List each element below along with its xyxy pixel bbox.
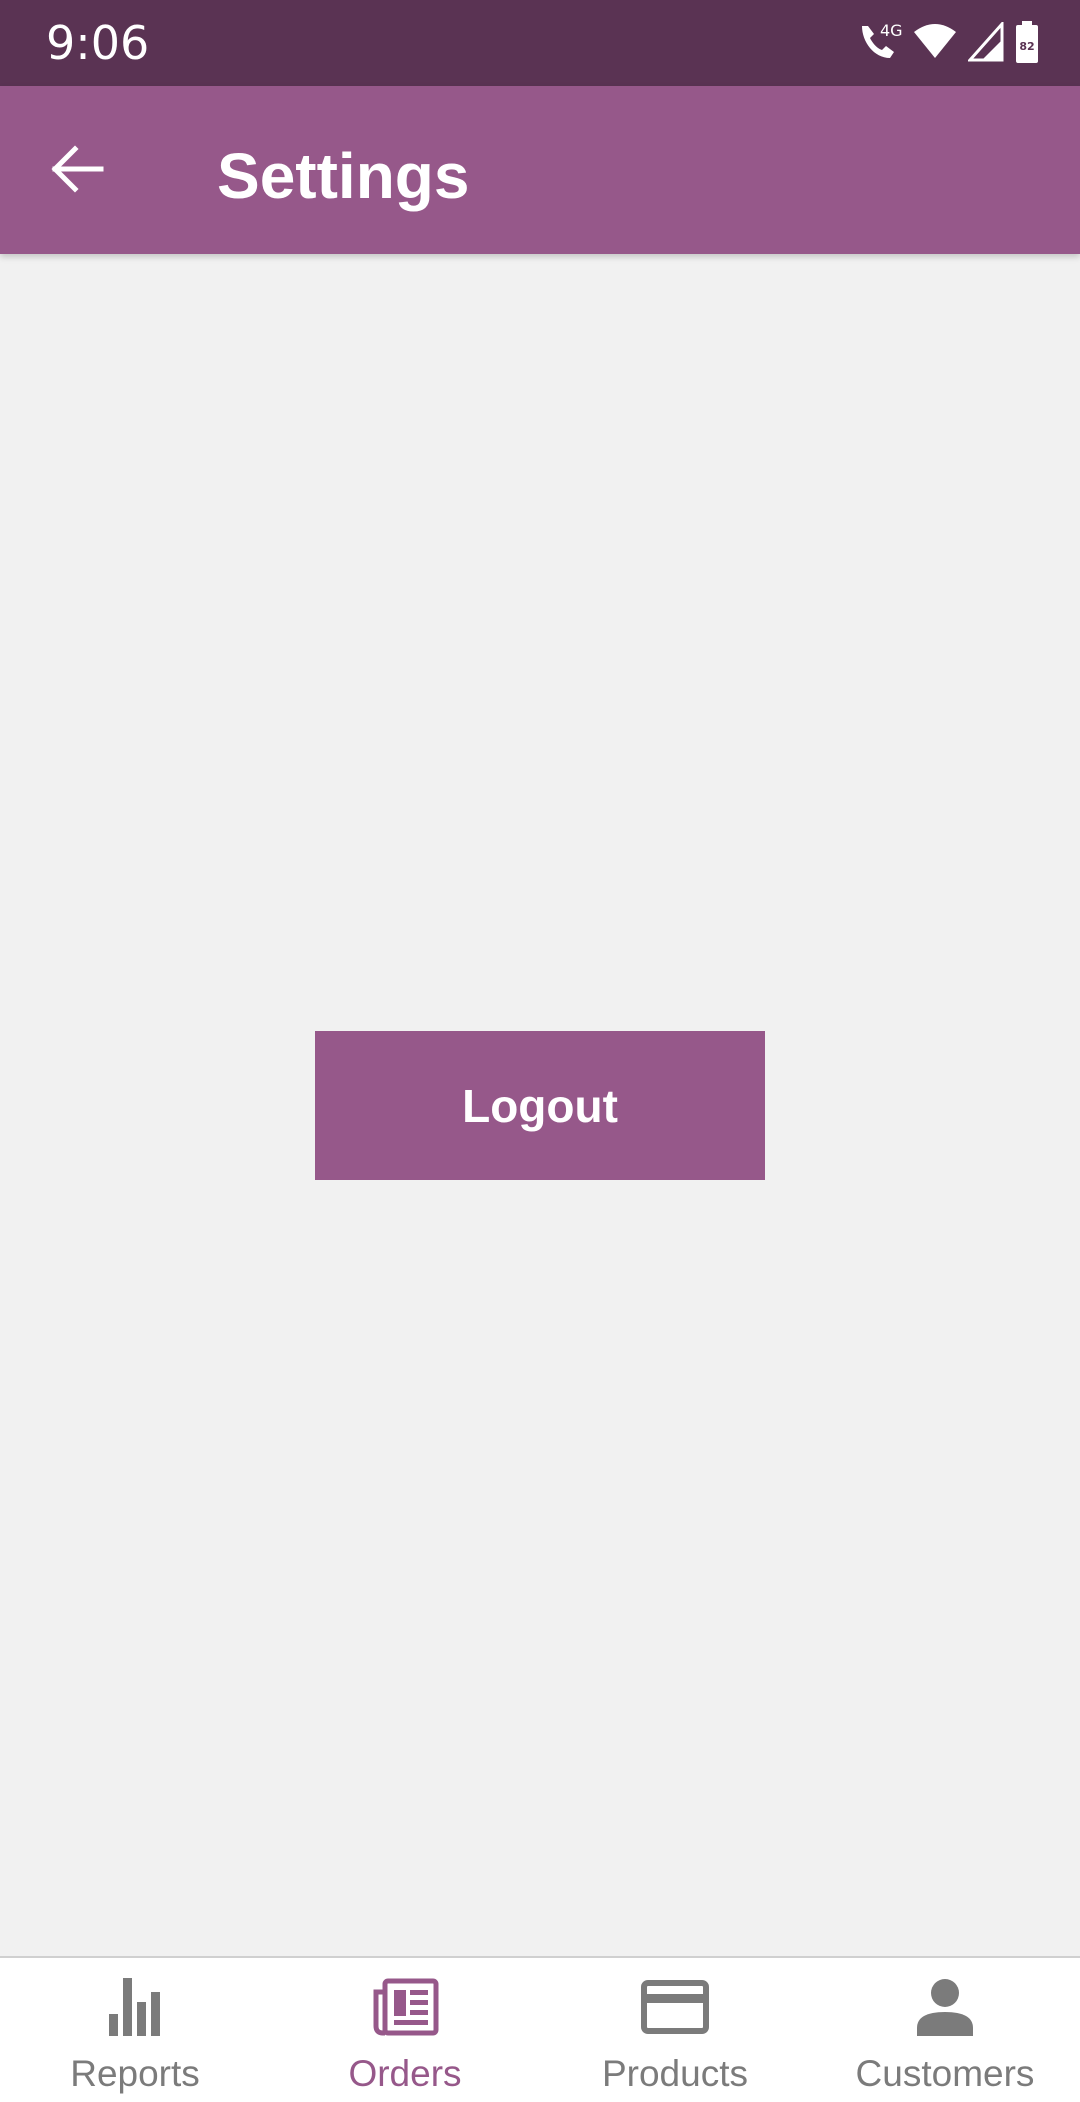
signal-icon	[966, 19, 1004, 67]
person-icon	[915, 1976, 975, 2038]
nav-label-reports: Reports	[70, 2053, 200, 2094]
logout-button[interactable]: Logout	[315, 1031, 765, 1180]
page-title: Settings	[217, 140, 470, 212]
status-icons: 4G 82	[856, 19, 1040, 69]
nav-label-orders: Orders	[348, 2053, 462, 2094]
nav-label-products: Products	[601, 2053, 748, 2094]
app-bar: Settings	[0, 86, 1080, 254]
back-button[interactable]	[36, 130, 118, 212]
nav-item-reports[interactable]: Reports	[0, 1958, 270, 2102]
arrow-back-icon	[49, 144, 105, 199]
status-time: 9:06	[46, 16, 150, 70]
network-type-label: 4G	[880, 21, 902, 40]
nav-label-customers: Customers	[855, 2053, 1035, 2094]
nav-item-products[interactable]: Products	[540, 1958, 810, 2102]
bar-chart-icon	[107, 1976, 163, 2038]
battery-icon: 82	[1014, 20, 1040, 69]
wifi-icon	[912, 22, 958, 67]
battery-level-label: 82	[1019, 40, 1034, 53]
orders-icon	[371, 1976, 439, 2038]
nav-item-orders[interactable]: Orders	[270, 1958, 540, 2102]
card-icon	[641, 1976, 709, 2038]
wifi-calling-icon: 4G	[856, 20, 903, 69]
bottom-navigation: Reports Orders Products Customers	[0, 1956, 1080, 2102]
nav-item-customers[interactable]: Customers	[810, 1958, 1080, 2102]
status-bar: 9:06 4G 82	[0, 0, 1080, 86]
